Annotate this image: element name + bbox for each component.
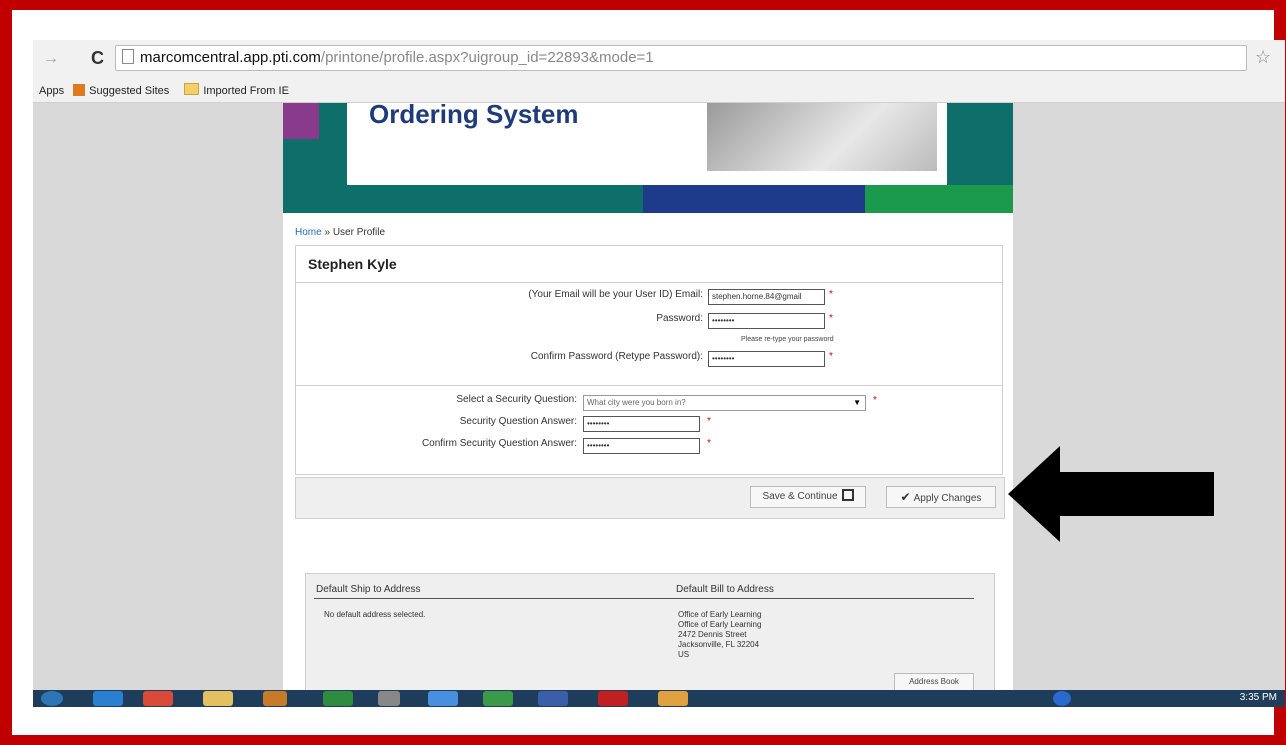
ship-address-header: Default Ship to Address	[316, 584, 421, 595]
password-label: Password:	[656, 313, 703, 324]
security-question-select[interactable]: What city were you born in? ▼	[583, 395, 866, 411]
app-icon[interactable]	[378, 691, 400, 706]
address-bar[interactable]: marcomcentral.app.pti.com/printone/profi…	[115, 45, 1247, 71]
bookmark-star-icon[interactable]: ☆	[1255, 47, 1271, 68]
taskbar-clock: 3:35 PM	[1239, 692, 1277, 703]
password-field[interactable]: ••••••••	[708, 313, 825, 329]
bookmark-label: Suggested Sites	[89, 85, 170, 97]
browser-toolbar: → C marcomcentral.app.pti.com/printone/p…	[33, 40, 1285, 81]
site-banner: Ordering System	[283, 99, 1013, 213]
bookmark-apps[interactable]: Apps	[39, 80, 64, 102]
pointer-arrow-icon	[1008, 446, 1214, 542]
action-bar: Save & Continue ✔ Apply Changes	[295, 477, 1005, 519]
forward-arrow-icon[interactable]: →	[43, 50, 59, 68]
excel-icon[interactable]	[483, 691, 513, 706]
bookmark-imported-from-ie[interactable]: Imported From IE	[178, 80, 289, 102]
profile-name: Stephen Kyle	[296, 246, 1002, 283]
security-question-label: Select a Security Question:	[456, 394, 577, 405]
bookmarks-bar: Apps Suggested Sites Imported From IE	[33, 80, 1285, 103]
bookmark-suggested-sites[interactable]: Suggested Sites	[73, 80, 169, 102]
page-icon	[122, 49, 134, 64]
confirm-security-answer-field[interactable]: ••••••••	[583, 438, 700, 454]
apply-changes-button[interactable]: ✔ Apply Changes	[886, 486, 996, 508]
required-marker: *	[707, 438, 711, 449]
folder-icon	[184, 83, 200, 95]
password-hint: Please re-type your password	[741, 336, 834, 343]
word-icon[interactable]	[538, 691, 568, 706]
required-marker: *	[829, 289, 833, 300]
required-marker: *	[829, 313, 833, 324]
bill-address-line: Office of Early Learning	[678, 620, 762, 629]
banner-photo	[707, 103, 937, 171]
url-path: /printone/profile.aspx?uigroup_id=22893&…	[320, 49, 654, 66]
address-panel: Default Ship to Address Default Bill to …	[305, 573, 995, 690]
confirm-password-field[interactable]: ••••••••	[708, 351, 825, 367]
email-label: (Your Email will be your User ID) Email:	[528, 289, 703, 300]
ship-address-text: No default address selected.	[324, 610, 426, 619]
bill-address-text: Office of Early Learning Office of Early…	[678, 610, 761, 660]
apply-changes-label: Apply Changes	[913, 493, 982, 504]
save-icon	[841, 489, 854, 501]
bill-address-line: Jacksonville, FL 32204	[678, 640, 760, 649]
dropdown-arrow-icon: ▼	[853, 398, 861, 407]
banner-title: Ordering System	[369, 99, 579, 129]
security-answer-field[interactable]: ••••••••	[583, 416, 700, 432]
app-icon[interactable]	[263, 691, 287, 706]
banner-stripe-blue	[643, 185, 865, 213]
bookmark-label: Imported From IE	[203, 85, 289, 97]
help-icon[interactable]	[1053, 691, 1071, 706]
required-marker: *	[829, 351, 833, 362]
security-question-value: What city were you born in?	[587, 398, 686, 407]
banner-header: Ordering System	[347, 99, 947, 185]
url-host: marcomcentral.app.pti.com	[140, 49, 321, 66]
suggested-sites-icon	[73, 84, 86, 96]
breadcrumb-home[interactable]: Home	[295, 227, 322, 238]
browser-window: → C marcomcentral.app.pti.com/printone/p…	[33, 40, 1285, 690]
start-button-icon[interactable]	[41, 691, 63, 706]
save-continue-button[interactable]: Save & Continue	[750, 486, 866, 508]
email-field[interactable]: stephen.horne.84@gmail	[708, 289, 825, 305]
security-answer-label: Security Question Answer:	[459, 416, 577, 427]
section-divider	[295, 385, 1003, 386]
save-continue-label: Save & Continue	[762, 491, 838, 502]
address-book-button[interactable]: Address Book	[894, 673, 974, 690]
breadcrumb-separator: »	[324, 227, 331, 238]
itunes-icon[interactable]	[428, 691, 458, 706]
breadcrumb-current: User Profile	[332, 227, 386, 238]
banner-stripe-green	[865, 185, 1013, 213]
confirm-security-answer-label: Confirm Security Question Answer:	[421, 438, 577, 449]
checkmark-icon: ✔	[900, 490, 911, 504]
bill-address-line: US	[678, 650, 690, 659]
reload-icon[interactable]: C	[91, 48, 104, 69]
address-header-rule	[314, 598, 974, 599]
acrobat-icon[interactable]	[598, 691, 628, 706]
os-taskbar: 3:35 PM	[33, 690, 1285, 707]
bill-address-header: Default Bill to Address	[676, 584, 774, 595]
required-marker: *	[873, 395, 877, 406]
folder-icon[interactable]	[203, 691, 233, 706]
outlook-icon[interactable]	[658, 691, 688, 706]
excel-icon[interactable]	[323, 691, 353, 706]
banner-accent	[283, 103, 319, 139]
required-marker: *	[707, 416, 711, 427]
bill-address-line: Office of Early Learning	[678, 610, 762, 619]
confirm-password-label: Confirm Password (Retype Password):	[530, 351, 703, 362]
chrome-icon[interactable]	[143, 691, 173, 706]
site-content: Ordering System Home » User Profile Step…	[283, 99, 1013, 690]
bill-address-line: 2472 Dennis Street	[678, 630, 747, 639]
page-viewport: Ordering System Home » User Profile Step…	[33, 99, 1285, 690]
ie-icon[interactable]	[93, 691, 123, 706]
breadcrumb: Home » User Profile	[295, 227, 385, 238]
